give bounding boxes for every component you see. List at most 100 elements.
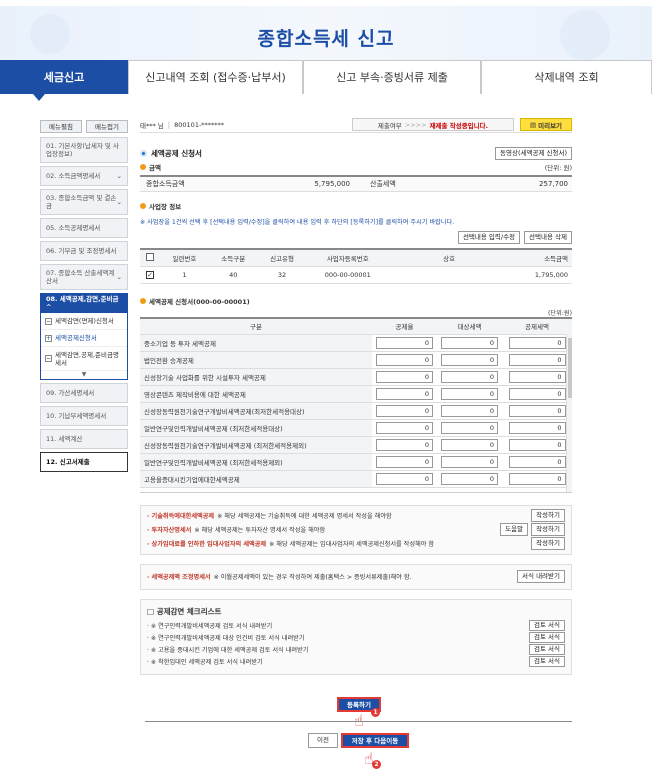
sidebar-item-tax-calc[interactable]: 11. 세액계산: [40, 429, 128, 449]
rate-input[interactable]: 0: [376, 456, 433, 468]
rate-input[interactable]: 0: [376, 473, 433, 485]
save-next-button[interactable]: 저장 후 다음이동: [341, 733, 409, 748]
review-form-button[interactable]: 검토 서식: [529, 644, 565, 655]
rate-input[interactable]: 0: [376, 422, 433, 434]
credit-notes: · 기술취득에대한세액공제 ※ 해당 세액공제는 기술취득에 대한 세액공제 명세…: [140, 504, 572, 555]
sidebar-item-submit[interactable]: 12. 신고서제출: [40, 452, 128, 472]
table-row: 법인전환 승계공제 0 0 0: [140, 351, 572, 369]
credit-input[interactable]: 0: [508, 456, 566, 468]
note-button[interactable]: 작성하기: [531, 509, 565, 522]
active-tab-pointer: [33, 94, 45, 101]
scrollbar[interactable]: [566, 333, 572, 492]
bullet-icon: [140, 203, 146, 209]
note-button[interactable]: 작성하기: [531, 537, 565, 550]
sidebar-item-credit[interactable]: 08. 세액공제,감면,준비금 ^: [40, 293, 128, 313]
review-form-button[interactable]: 검토 서식: [529, 656, 565, 667]
sidebar-item-basic[interactable]: 01. 기본사항(납세자 및 사업장정보): [40, 137, 128, 163]
review-form-button[interactable]: 검토 서식: [529, 632, 565, 643]
base-tax-input[interactable]: 0: [441, 337, 498, 349]
table-row: 일반연구및인력개발비세액공제 (최저한세적용대상) 0 0 0: [140, 419, 572, 437]
note-button[interactable]: 도움말: [500, 523, 529, 536]
credit-input[interactable]: 0: [508, 371, 566, 383]
sidebar-submenu: − 세액감면(면제)신청서 + 세액공제신청서 − 세액감면,공제,준비금명세서 ▼: [40, 313, 128, 380]
prev-button[interactable]: 이전: [308, 733, 338, 748]
tab-deleted[interactable]: 삭제내역 조회: [481, 60, 652, 94]
table-row: 중소기업 등 투자 세액공제 0 0 0: [140, 334, 572, 352]
credit-table-scroll[interactable]: 구분 공제율 대상세액 공제세액 중소기업 등 투자 세액공제 0 0 0 법인전…: [140, 316, 572, 493]
checklist-item: · ※ 연구인력개발비세액공제 대상 인건비 검토 서식 내려받기 검토 서식: [147, 632, 565, 644]
divider: [145, 721, 572, 722]
sidebar-item-total-income[interactable]: 03. 종합소득금액 및 결손금 ⌄: [40, 189, 128, 215]
section-bullet-icon: [140, 150, 147, 157]
credit-input[interactable]: 0: [508, 439, 566, 451]
unit-label: (단위: 원): [544, 164, 572, 172]
menu-expand-button[interactable]: 메뉴펼침: [40, 120, 82, 133]
credit-title: 세액공제 신청서(000-00-00001): [149, 297, 250, 306]
download-form-button[interactable]: 서식 내려받기: [517, 570, 565, 583]
adjust-box: · 세액공제액 조정명세서 ※ 이월공제세액이 있는 경우 작성하여 제출(홈택…: [140, 563, 572, 590]
base-tax-input[interactable]: 0: [441, 388, 498, 400]
base-tax-input[interactable]: 0: [441, 371, 498, 383]
note-row: · 상가임대료를 인하한 임대사업자의 세액공제 ※ 해당 세액공제는 임대사업자…: [147, 537, 565, 551]
chevron-down-icon: ⌄: [116, 273, 122, 281]
base-tax-input[interactable]: 0: [441, 439, 498, 451]
delete-selected-button[interactable]: 선택내용 삭제: [524, 231, 572, 244]
review-form-button[interactable]: 검토 서식: [529, 620, 565, 631]
submenu-item-exemption[interactable]: − 세액감면(면제)신청서: [41, 313, 127, 330]
credit-input[interactable]: 0: [508, 388, 566, 400]
rate-input[interactable]: 0: [376, 439, 433, 451]
credit-table: 구분 공제율 대상세액 공제세액 중소기업 등 투자 세액공제 0 0 0 법인전…: [140, 316, 572, 488]
base-tax-input[interactable]: 0: [441, 405, 498, 417]
sidebar-item-donation[interactable]: 06. 기부금 및 조정명세서: [40, 241, 128, 261]
base-tax-input[interactable]: 0: [441, 354, 498, 366]
preview-button[interactable]: ▤ 미리보기: [520, 118, 572, 131]
credit-input[interactable]: 0: [508, 422, 566, 434]
row-checkbox[interactable]: ✓: [146, 270, 154, 279]
calc-tax-value: 257,700: [539, 180, 568, 188]
note-row: · 기술취득에대한세액공제 ※ 해당 세액공제는 기술취득에 대한 세액공제 명세…: [147, 509, 565, 523]
sidebar-item-income-statement[interactable]: 02. 소득금액명세서 ⌄: [40, 166, 128, 186]
amount-row: 종합소득금액 5,795,000 산출세액 257,700: [140, 175, 572, 192]
bullet-icon: [140, 164, 146, 170]
edit-selected-button[interactable]: 선택내용 입력/수정: [457, 231, 521, 244]
sidebar-item-calc-tax[interactable]: 07. 종합소득 산출세액계산서 ⌄: [40, 264, 128, 290]
credit-input[interactable]: 0: [508, 473, 566, 485]
total-income-value: 5,795,000: [314, 180, 350, 188]
table-row[interactable]: ✓ 1 40 32 000-00-00001 1,795,000: [140, 266, 572, 284]
page-banner: 종합소득세 신고: [0, 0, 652, 60]
taxpayer-name: 태*** 님: [140, 121, 164, 130]
scroll-down-icon[interactable]: ▼: [41, 371, 127, 379]
sidebar-item-penalty[interactable]: 09. 가산세명세서: [40, 383, 128, 403]
sidebar-item-deduction[interactable]: 05. 소득공제명세서: [40, 218, 128, 238]
menu-collapse-button[interactable]: 메뉴접기: [86, 120, 128, 133]
rate-input[interactable]: 0: [376, 354, 433, 366]
sidebar: 메뉴펼침 메뉴접기 01. 기본사항(납세자 및 사업장정보) 02. 소득금액…: [40, 120, 128, 475]
base-tax-input[interactable]: 0: [441, 456, 498, 468]
tab-tax-report[interactable]: 세금신고: [0, 60, 128, 94]
base-tax-input[interactable]: 0: [441, 422, 498, 434]
submenu-item-credit[interactable]: + 세액공제신청서: [41, 330, 127, 347]
note-button[interactable]: 작성하기: [531, 523, 565, 536]
sidebar-item-prepaid[interactable]: 10. 기납부세액명세서: [40, 406, 128, 426]
base-tax-input[interactable]: 0: [441, 473, 498, 485]
business-note: ※ 사업장을 1건씩 선택 후 [선택내용 입력/수정]을 클릭하여 내용 입력…: [140, 219, 455, 226]
chevron-down-icon: ⌄: [116, 172, 122, 180]
credit-input[interactable]: 0: [508, 405, 566, 417]
rate-input[interactable]: 0: [376, 388, 433, 400]
main-tabs: 세금신고 신고내역 조회 (접수증·납부서) 신고 부속·증빙서류 제출 삭제내…: [0, 60, 652, 94]
tab-attachments[interactable]: 신고 부속·증빙서류 제출: [303, 60, 481, 94]
table-row: 일반연구및인력개발비세액공제 (최저한세적용제외) 0 0 0: [140, 453, 572, 471]
credit-input[interactable]: 0: [508, 354, 566, 366]
scrollbar-thumb[interactable]: [568, 337, 572, 398]
document-icon: ▤: [529, 120, 537, 129]
credit-input[interactable]: 0: [508, 337, 566, 349]
rate-input[interactable]: 0: [376, 405, 433, 417]
select-all-checkbox[interactable]: [146, 252, 154, 261]
rate-input[interactable]: 0: [376, 371, 433, 383]
video-guide-button[interactable]: 동영상(세액공제 신청서): [495, 147, 572, 160]
checklist-box: □ 공제감면 체크리스트 · ※ 연구인력개발비세액공제 검토 서식 내려받기 검…: [140, 598, 572, 675]
table-row: 고용을증대시킨기업에대한세액공제 0 0 0: [140, 470, 572, 488]
submenu-item-reserve[interactable]: − 세액감면,공제,준비금명세서: [41, 347, 127, 371]
rate-input[interactable]: 0: [376, 337, 433, 349]
tab-history[interactable]: 신고내역 조회 (접수증·납부서): [128, 60, 303, 94]
